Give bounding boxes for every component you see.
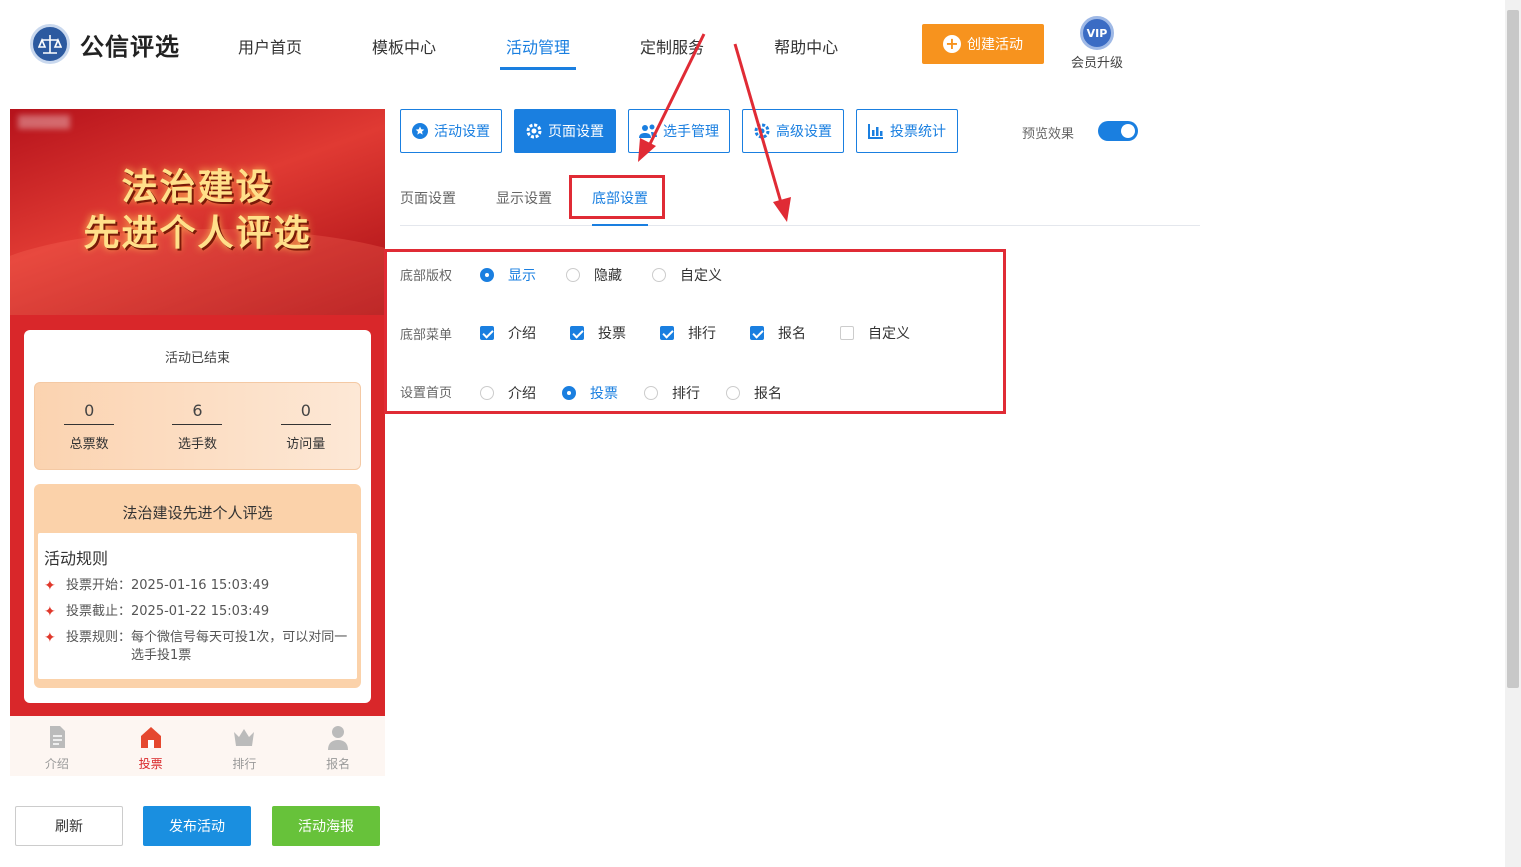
stat-label: 总票数 [69,437,109,452]
rule-line: ✦ 投票截止： 2025-01-22 15:03:49 [44,603,351,621]
sparkle-icon: ✦ [44,604,56,620]
scales-icon [30,24,70,64]
brand-logo[interactable]: 公信评选 [30,24,180,64]
settings-subtabs: 页面设置 显示设置 底部设置 [400,186,1200,226]
activity-status: 活动已结束 [164,351,230,366]
rule-key: 投票截止： [66,604,132,619]
banner-line-2: 先进个人评选 [83,213,312,254]
bar-chart-icon [868,124,883,139]
scrollbar-thumb[interactable] [1507,10,1519,688]
tab-activity-settings[interactable]: 活动设置 [400,109,502,153]
mobile-preview: 法治建设 先进个人评选 活动已结束 0 总票数 6 选手数 0 访问量 法治建设… [10,109,385,776]
activity-banner: 法治建设 先进个人评选 [10,109,385,315]
publish-activity-button[interactable]: 发布活动 [143,806,251,846]
stat-value: 0 [64,401,115,425]
tabbar-item-intro[interactable]: 介绍 [10,716,104,776]
rules-panel: 法治建设先进个人评选 活动规则 ✦ 投票开始： 2025-01-16 15:03… [34,484,361,688]
nav-item-help[interactable]: 帮助中心 [774,34,838,70]
preview-effect-label: 预览效果 [1022,127,1075,142]
tab-contestant-management[interactable]: 选手管理 [628,109,730,153]
rule-line: ✦ 投票开始： 2025-01-16 15:03:49 [44,577,351,595]
plus-icon: + [943,35,961,53]
blurred-text [18,115,70,129]
stats-panel: 0 总票数 6 选手数 0 访问量 [34,382,361,470]
vip-label: 会员升级 [1070,56,1123,71]
star-icon [412,123,428,139]
activity-info-card: 活动已结束 0 总票数 6 选手数 0 访问量 法治建设先进个人评选 活动规则 … [24,330,371,703]
create-activity-button[interactable]: + 创建活动 [922,24,1044,64]
refresh-button[interactable]: 刷新 [15,806,123,846]
stat-value: 0 [280,401,331,425]
tab-label: 选手管理 [663,124,719,140]
tab-vote-statistics[interactable]: 投票统计 [856,109,958,153]
preview-effect-toggle[interactable] [1098,121,1138,141]
stat-label: 选手数 [177,437,217,452]
stat-label: 访问量 [286,437,326,452]
activity-poster-button[interactable]: 活动海报 [272,806,380,846]
sparkle-icon: ✦ [44,578,56,594]
banner-line-1: 法治建设 [121,167,274,208]
preview-tabbar: 介绍 投票 排行 报名 [10,716,385,776]
stat-visits: 0 访问量 [271,401,341,469]
tabbar-label: 排行 [232,757,257,771]
tab-label: 高级设置 [776,124,832,140]
tabbar-label: 报名 [326,757,351,771]
stat-contestants: 6 选手数 [162,401,232,469]
nav-item-templates[interactable]: 模板中心 [372,34,436,70]
document-icon [49,726,65,748]
annotation-highlight-subtab [569,175,665,219]
rules-title: 活动规则 [44,549,109,568]
user-icon [328,726,349,750]
rule-value: 2025-01-22 15:03:49 [131,604,270,619]
stat-total-votes: 0 总票数 [54,401,124,469]
nav-item-custom[interactable]: 定制服务 [640,34,704,70]
home-icon [140,727,161,748]
tab-label: 页面设置 [548,124,604,140]
brand-name: 公信评选 [80,32,180,61]
tab-label: 活动设置 [434,124,490,140]
gear-icon [526,123,542,139]
banner-title: 法治建设 先进个人评选 [10,165,385,257]
rule-key: 投票开始： [66,578,132,593]
create-activity-label: 创建活动 [967,37,1023,53]
annotation-highlight-settings [384,249,1006,414]
tabbar-label: 投票 [138,757,163,771]
nav-item-activity[interactable]: 活动管理 [500,34,577,70]
tabbar-label: 介绍 [44,757,69,771]
sparkle-icon: ✦ [44,630,56,646]
tabbar-item-signup[interactable]: 报名 [291,716,385,776]
rule-value: 每个微信号每天可投1次，可以对同一选手投1票 [131,630,348,663]
main-nav: 用户首页 模板中心 活动管理 定制服务 帮助中心 [238,34,908,70]
nav-item-home[interactable]: 用户首页 [238,34,302,70]
crown-icon [234,729,255,746]
rule-line: ✦ 投票规则： 每个微信号每天可投1次，可以对同一选手投1票 [44,629,351,665]
gear-icon [754,123,770,139]
page: 公信评选 用户首页 模板中心 活动管理 定制服务 帮助中心 + 创建活动 VIP… [0,0,1521,867]
users-icon [639,124,657,138]
tabbar-item-rank[interactable]: 排行 [198,716,292,776]
subtab-display-settings[interactable]: 显示设置 [496,188,552,208]
vip-icon: VIP [1080,16,1114,50]
tab-label: 投票统计 [890,124,946,140]
subtab-page-settings[interactable]: 页面设置 [400,188,456,208]
rule-key: 投票规则： [66,630,132,645]
activity-title: 法治建设先进个人评选 [122,504,273,522]
stat-value: 6 [172,401,223,425]
tab-advanced-settings[interactable]: 高级设置 [742,109,844,153]
tab-page-settings[interactable]: 页面设置 [514,109,616,153]
page-scrollbar[interactable] [1505,0,1521,867]
tabbar-item-vote[interactable]: 投票 [104,716,198,776]
rule-value: 2025-01-16 15:03:49 [131,578,270,593]
vip-upgrade[interactable]: VIP 会员升级 [1068,16,1126,71]
rules-body: 活动规则 ✦ 投票开始： 2025-01-16 15:03:49 ✦ 投票截止：… [38,533,357,679]
